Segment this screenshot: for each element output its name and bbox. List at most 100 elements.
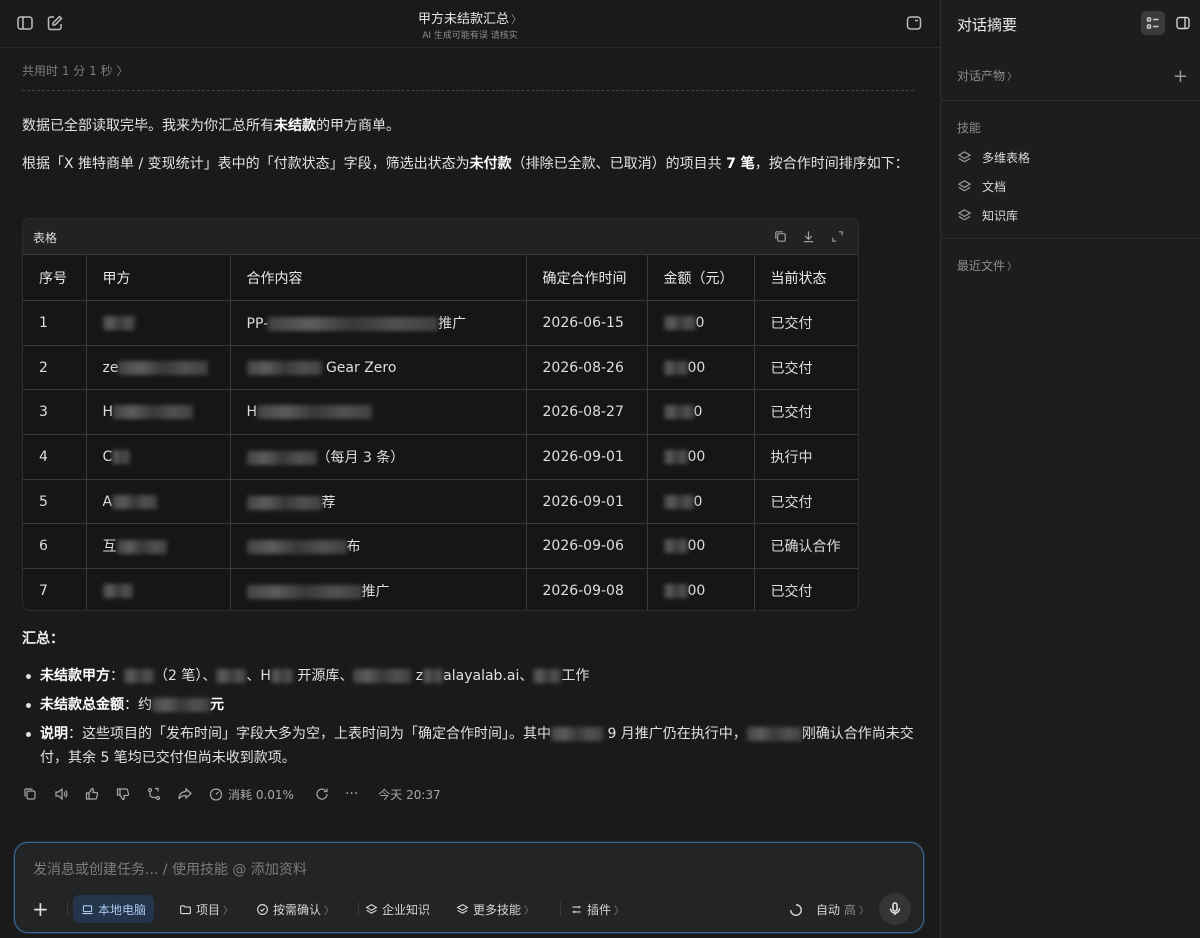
top-bar: 甲方未结款汇总〉 AI 生成可能有误 请核实 [0,0,940,48]
expand-icon[interactable] [830,229,845,244]
project-button[interactable]: 项目〉 [179,895,233,923]
local-computer-button[interactable]: 本地电脑 [73,895,155,923]
cell-party: A [85,478,231,525]
table-row: 3 H H 2026-08-27 0 已交付 [23,389,858,436]
ai-disclaimer: AI 生成可能有误 请核实 [422,31,518,41]
plugins-button[interactable]: 插件〉 [570,895,624,923]
col-header: 序号 [23,254,87,301]
list-view-button[interactable] [1141,11,1165,35]
collapse-panel-button[interactable] [1171,11,1195,35]
divider [358,902,359,916]
composer-toolbar: + 本地电脑 项目〉 按需确认〉 企业知识 更多技能〉 插件 〉 自动 高 〉 [27,893,911,925]
summary-sidebar: 对话摘要 对话产物〉 + 技能 多维表格 文档 知识库 最近文件〉 [940,0,1200,938]
loading-icon [789,903,802,916]
summary-list: 未结款甲方： （2 笔）、 、H 开源库、 z alayalab.ai、 工作 未结款总… [22,664,918,775]
cell-no: 5 [23,478,87,525]
intro-text: 数据已全部读取完毕。我来为你汇总所有未结款的甲方商单。 [22,118,400,134]
layers-icon [957,179,972,194]
laptop-icon [81,903,94,916]
list-icon [1146,17,1159,29]
microphone-icon [889,902,901,915]
redaction [663,539,688,554]
thumbs-up-icon[interactable] [84,786,100,802]
add-icon[interactable]: + [32,895,49,923]
cell-date: 2026-08-26 [525,344,648,391]
cell-content: H [229,389,527,436]
panel-icon[interactable] [904,13,924,33]
cell-amount: 0 [646,389,755,436]
conversation-title[interactable]: 甲方未结款汇总〉 [0,8,940,27]
col-header: 确定合作时间 [525,254,648,301]
divider [67,902,68,916]
cell-amount: 0 [646,300,755,346]
cell-status: 已交付 [753,568,858,610]
table-row: 1 PP- 推广 2026-06-15 0 已交付 [23,300,858,346]
speaker-icon[interactable] [53,786,69,802]
redaction [663,360,688,375]
microphone-button[interactable] [879,893,911,925]
cell-date: 2026-06-15 [525,300,648,346]
skill-item[interactable]: 多维表格 [957,147,1030,167]
more-skills-button[interactable]: 更多技能〉 [456,895,534,923]
redaction [663,405,694,420]
branch-icon[interactable] [146,786,162,802]
gauge-icon [208,786,224,802]
col-header: 当前状态 [753,254,858,301]
skill-item[interactable]: 知识库 [957,205,1018,225]
divider [22,90,914,91]
redaction [246,360,322,375]
table-row: 6 互 布 2026-09-06 00 已确认合作 [23,523,858,570]
recent-files-section[interactable]: 最近文件〉 [957,257,1017,274]
cell-date: 2026-08-27 [525,389,648,436]
redaction [257,405,373,420]
add-artifact-icon[interactable]: + [1173,66,1188,87]
more-icon[interactable]: ··· [345,786,358,802]
cell-amount: 0 [646,478,755,525]
share-icon[interactable] [177,786,193,802]
divider [941,238,1199,239]
redaction [113,405,194,420]
redaction [663,494,694,509]
cell-status: 执行中 [753,434,858,480]
cell-no: 2 [23,344,87,391]
redaction [663,584,688,599]
table-card: 表格 序号 甲方 合作内容 确定合作时间 金额（元） 当前状态 1 PP- 推广… [22,218,859,611]
redaction [246,495,322,510]
cell-date: 2026-09-01 [525,434,648,480]
thumbs-down-icon[interactable] [115,786,131,802]
redaction [663,449,688,464]
cell-amount: 00 [646,523,755,570]
cell-content: （每月 3 条） [229,434,527,480]
download-icon[interactable] [801,229,816,244]
plugin-icon [570,903,583,916]
sidebar-title: 对话摘要 [957,16,1018,34]
regenerate-icon[interactable] [314,786,330,802]
col-header: 金额（元） [646,254,755,301]
table-row: 4 C （每月 3 条） 2026-09-01 00 执行中 [23,434,858,480]
layers-icon [456,903,469,916]
cell-content: Gear Zero [229,344,527,391]
artifacts-section[interactable]: 对话产物〉 [957,67,1017,84]
cell-amount: 00 [646,344,755,391]
message-time: 今天 20:37 [378,787,441,802]
cell-content: 布 [229,523,527,570]
cell-party: C [85,434,231,480]
redaction [663,315,696,330]
divider [941,100,1199,101]
composer[interactable]: 发消息或创建任务... / 使用技能 @ 添加资料 + 本地电脑 项目〉 按需确… [14,842,924,933]
cell-amount: 00 [646,434,755,480]
table-row: 7 推广 2026-09-08 00 已交付 [23,568,858,610]
cell-status: 已确认合作 [753,523,858,570]
confirm-mode-button[interactable]: 按需确认〉 [256,895,334,923]
copy-icon[interactable] [773,229,788,244]
panel-right-icon [1176,16,1190,30]
cell-no: 3 [23,389,87,436]
elapsed-time[interactable]: 共用时 1 分 1 秒 〉 [22,62,128,79]
message-input[interactable]: 发消息或创建任务... / 使用技能 @ 添加资料 [33,859,307,879]
enterprise-knowledge-button[interactable]: 企业知识 [365,895,430,923]
cell-content: 推广 [229,568,527,610]
copy-icon[interactable] [22,786,38,802]
skill-item[interactable]: 文档 [957,176,1006,196]
cell-no: 4 [23,434,87,480]
mode-selector[interactable]: 自动 高〉 [789,895,869,923]
